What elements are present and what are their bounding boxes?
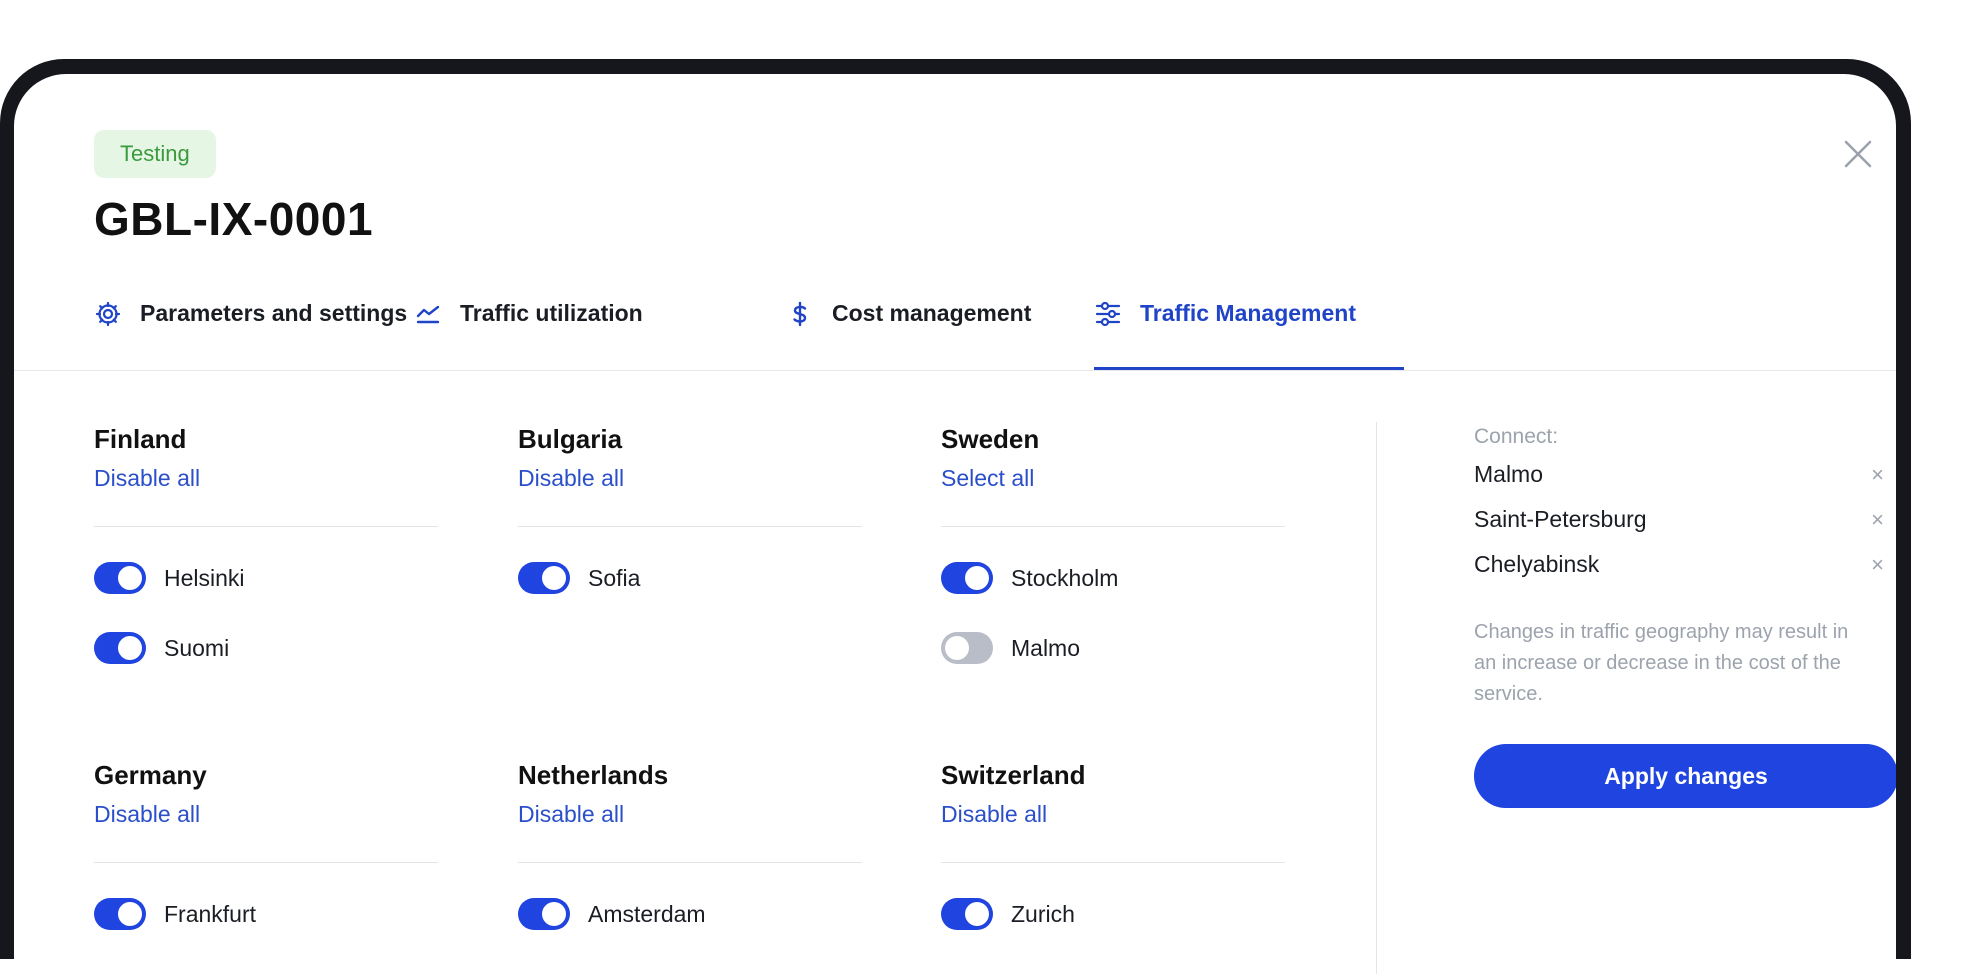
tab-bar: Parameters and settings Traffic utilizat… xyxy=(14,284,1896,371)
city-row: Helsinki xyxy=(94,561,438,595)
tab-traffic-utilization[interactable]: Traffic utilization xyxy=(414,284,643,370)
city-row: Zurich xyxy=(941,897,1285,931)
city-row: Suomi xyxy=(94,631,438,665)
country-group-netherlands: Netherlands Disable all Amsterdam xyxy=(518,758,862,931)
country-group-switzerland: Switzerland Disable all Zurich xyxy=(941,758,1285,931)
divider xyxy=(94,526,438,527)
divider xyxy=(94,862,438,863)
connect-item: Chelyabinsk × xyxy=(1474,542,1884,587)
divider xyxy=(518,526,862,527)
tab-parameters[interactable]: Parameters and settings xyxy=(94,284,407,370)
divider xyxy=(941,862,1285,863)
city-row: Amsterdam xyxy=(518,897,862,931)
connect-item-label: Chelyabinsk xyxy=(1474,551,1600,577)
city-label: Suomi xyxy=(164,634,230,661)
disable-all-link[interactable]: Disable all xyxy=(94,798,438,830)
chart-line-icon xyxy=(416,305,440,324)
country-group-bulgaria: Bulgaria Disable all Sofia xyxy=(518,422,862,595)
city-label: Helsinki xyxy=(164,564,245,591)
connect-item-label: Malmo xyxy=(1474,461,1544,487)
disable-all-link[interactable]: Disable all xyxy=(518,798,862,830)
city-toggle[interactable] xyxy=(941,898,993,930)
tab-traffic-management[interactable]: Traffic Management xyxy=(1094,284,1404,370)
city-label: Frankfurt xyxy=(164,900,257,927)
remove-icon[interactable]: × xyxy=(1871,507,1884,533)
country-name: Switzerland xyxy=(941,760,1086,790)
disable-all-link[interactable]: Disable all xyxy=(518,462,862,494)
divider xyxy=(941,526,1285,527)
city-label: Malmo xyxy=(1011,634,1081,661)
connect-panel: Connect: Malmo × Saint-Petersburg × Chel… xyxy=(1474,422,1896,808)
country-name: Finland xyxy=(94,424,187,454)
country-name: Sweden xyxy=(941,424,1040,454)
cost-note: Changes in traffic geography may result … xyxy=(1474,621,1849,705)
apply-changes-button[interactable]: Apply changes xyxy=(1474,744,1896,808)
remove-icon[interactable]: × xyxy=(1871,552,1884,578)
city-toggle[interactable] xyxy=(941,562,993,594)
tab-label: Traffic Management xyxy=(1140,300,1356,326)
divider xyxy=(518,862,862,863)
city-label: Stockholm xyxy=(1011,564,1119,591)
city-label: Amsterdam xyxy=(588,900,706,927)
tab-cost-management[interactable]: Cost management xyxy=(786,284,1031,370)
tab-label: Traffic utilization xyxy=(460,300,643,326)
page-title: GBL-IX-0001 xyxy=(94,193,374,245)
select-all-link[interactable]: Select all xyxy=(941,462,1285,494)
status-badge: Testing xyxy=(94,130,216,178)
dollar-icon xyxy=(793,301,807,327)
tab-label: Parameters and settings xyxy=(140,300,408,326)
city-row: Sofia xyxy=(518,561,862,595)
country-group-sweden: Sweden Select all Stockholm Malmo xyxy=(941,422,1285,665)
country-name: Germany xyxy=(94,760,207,790)
modal: Testing GBL-IX-0001 Parameters and setti… xyxy=(14,74,1896,974)
city-row: Stockholm xyxy=(941,561,1285,595)
city-toggle[interactable] xyxy=(94,632,146,664)
city-row: Malmo xyxy=(941,631,1285,665)
connect-item-label: Saint-Petersburg xyxy=(1474,506,1647,532)
connect-item: Saint-Petersburg × xyxy=(1474,497,1884,542)
sliders-icon xyxy=(1095,301,1121,327)
city-toggle[interactable] xyxy=(94,898,146,930)
connect-item: Malmo × xyxy=(1474,452,1884,497)
city-toggle[interactable] xyxy=(941,632,993,664)
country-name: Bulgaria xyxy=(518,424,623,454)
disable-all-link[interactable]: Disable all xyxy=(941,798,1285,830)
disable-all-link[interactable]: Disable all xyxy=(94,462,438,494)
tab-label: Cost management xyxy=(832,300,1032,326)
gear-icon xyxy=(95,301,121,327)
close-icon[interactable] xyxy=(1840,136,1876,172)
country-group-germany: Germany Disable all Frankfurt xyxy=(94,758,438,931)
city-row: Frankfurt xyxy=(94,897,438,931)
city-label: Zurich xyxy=(1011,900,1075,927)
city-toggle[interactable] xyxy=(518,562,570,594)
country-group-finland: Finland Disable all Helsinki Suomi xyxy=(94,422,438,665)
remove-icon[interactable]: × xyxy=(1871,462,1884,488)
city-label: Sofia xyxy=(588,564,641,591)
country-name: Netherlands xyxy=(518,760,669,790)
city-toggle[interactable] xyxy=(94,562,146,594)
connect-heading: Connect: xyxy=(1474,425,1559,448)
vertical-divider xyxy=(1376,422,1377,974)
city-toggle[interactable] xyxy=(518,898,570,930)
